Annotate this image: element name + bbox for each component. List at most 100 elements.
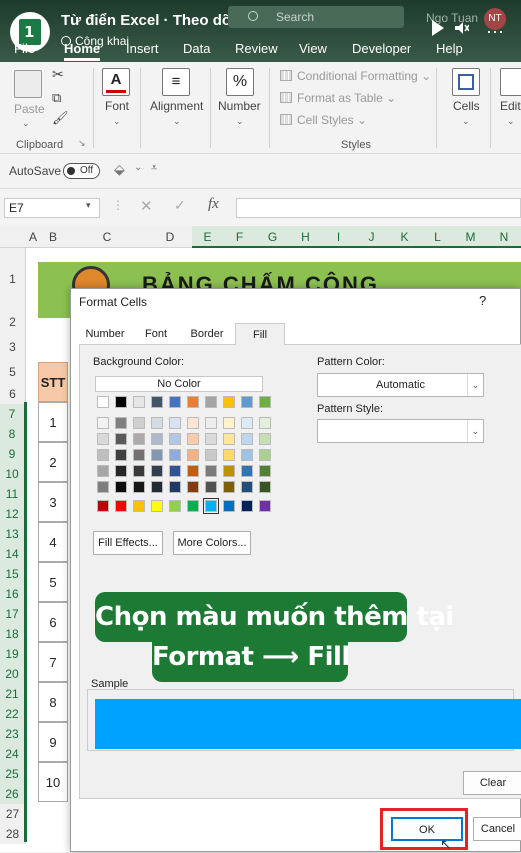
chevron-down-icon[interactable]: ⌄ <box>173 116 181 127</box>
column-header[interactable]: G <box>256 226 289 248</box>
color-swatch[interactable] <box>169 465 181 477</box>
color-swatch[interactable] <box>205 433 217 445</box>
column-header[interactable]: H <box>289 226 322 248</box>
column-header[interactable]: M <box>454 226 487 248</box>
cut-icon[interactable]: ✂ <box>52 66 64 83</box>
table-cell[interactable]: 9 <box>38 722 68 762</box>
color-swatch[interactable] <box>97 433 109 445</box>
row-header[interactable]: 2 <box>0 310 26 334</box>
color-swatch[interactable] <box>115 465 127 477</box>
format-as-table-button[interactable]: Format as Table ⌄ <box>280 91 396 105</box>
color-swatch[interactable] <box>187 465 199 477</box>
color-swatch[interactable] <box>205 417 217 429</box>
color-swatch[interactable] <box>97 396 109 408</box>
color-swatch[interactable] <box>259 481 271 493</box>
format-painter-icon[interactable]: 🖌 <box>52 110 69 126</box>
color-swatch[interactable] <box>241 449 253 461</box>
insert-function-button[interactable]: fx <box>208 196 219 213</box>
chevron-down-icon[interactable]: ▾ <box>86 200 91 211</box>
color-swatch[interactable] <box>97 500 109 512</box>
cells-button[interactable]: Cells <box>453 99 480 113</box>
alignment-icon[interactable]: ≡ <box>162 68 190 96</box>
play-icon[interactable] <box>432 20 444 36</box>
color-swatch[interactable] <box>115 500 127 512</box>
color-swatch[interactable] <box>169 396 181 408</box>
color-swatch[interactable] <box>97 449 109 461</box>
stt-header[interactable]: STT <box>38 362 68 402</box>
fill-color-icon[interactable]: ⬙ <box>114 161 125 178</box>
color-swatch[interactable] <box>241 465 253 477</box>
tab-file[interactable]: File <box>14 41 35 56</box>
row-header[interactable]: 18 <box>0 624 26 644</box>
row-header[interactable]: 27 <box>0 804 26 824</box>
color-swatch[interactable] <box>259 500 271 512</box>
row-header[interactable]: 17 <box>0 604 26 624</box>
row-header[interactable]: 9 <box>0 444 26 464</box>
column-header[interactable]: C <box>66 226 148 248</box>
color-swatch[interactable] <box>169 433 181 445</box>
column-header[interactable]: E <box>192 226 223 248</box>
row-header[interactable]: 3 <box>0 334 26 360</box>
column-header[interactable]: B <box>40 226 66 248</box>
row-header[interactable]: 19 <box>0 644 26 664</box>
color-swatch[interactable] <box>223 449 235 461</box>
chevron-down-icon[interactable]: ⌄ <box>134 162 142 173</box>
tab-font[interactable]: Font <box>133 323 179 345</box>
color-swatch[interactable] <box>223 433 235 445</box>
help-button[interactable]: ? <box>479 293 486 308</box>
table-cell[interactable]: 10 <box>38 762 68 802</box>
color-swatch[interactable] <box>223 396 235 408</box>
color-swatch[interactable] <box>241 417 253 429</box>
customize-toolbar-icon[interactable]: ⩡ <box>151 162 157 175</box>
color-swatch[interactable] <box>241 433 253 445</box>
color-swatch[interactable] <box>97 417 109 429</box>
row-header[interactable]: 7 <box>0 404 26 424</box>
color-swatch[interactable] <box>115 433 127 445</box>
search-input[interactable]: Search <box>228 6 404 28</box>
color-swatch[interactable] <box>133 449 145 461</box>
table-cell[interactable]: 8 <box>38 682 68 722</box>
tab-view[interactable]: View <box>299 41 327 56</box>
color-swatch[interactable] <box>187 396 199 408</box>
table-cell[interactable]: 1 <box>38 402 68 442</box>
color-swatch[interactable] <box>133 396 145 408</box>
row-header[interactable]: 20 <box>0 664 26 684</box>
column-header[interactable]: F <box>223 226 256 248</box>
pattern-color-select[interactable]: Automatic ⌄ <box>317 373 484 397</box>
color-swatch[interactable] <box>151 433 163 445</box>
fill-effects-button[interactable]: Fill Effects... <box>93 531 163 555</box>
color-swatch[interactable] <box>151 500 163 512</box>
volume-icon[interactable] <box>455 22 469 34</box>
row-header[interactable]: 15 <box>0 564 26 584</box>
color-swatch[interactable] <box>151 417 163 429</box>
tab-developer[interactable]: Developer <box>352 41 411 56</box>
color-swatch[interactable] <box>187 449 199 461</box>
row-header[interactable]: 24 <box>0 744 26 764</box>
row-header[interactable]: 12 <box>0 504 26 524</box>
row-header[interactable]: 28 <box>0 824 26 844</box>
table-cell[interactable]: 7 <box>38 642 68 682</box>
color-swatch[interactable] <box>205 481 217 493</box>
color-swatch[interactable] <box>187 481 199 493</box>
column-header[interactable]: D <box>148 226 192 248</box>
paste-icon[interactable] <box>14 70 42 98</box>
row-header[interactable]: 13 <box>0 524 26 544</box>
tab-number[interactable]: Number <box>79 323 131 345</box>
color-swatch[interactable] <box>223 481 235 493</box>
color-swatch[interactable] <box>203 498 219 514</box>
row-header[interactable]: 16 <box>0 584 26 604</box>
table-cell[interactable]: 6 <box>38 602 68 642</box>
font-button[interactable]: Font <box>105 99 129 113</box>
chevron-down-icon[interactable]: ⌄ <box>462 116 470 127</box>
chevron-down-icon[interactable]: ⌄ <box>113 116 121 127</box>
column-header[interactable]: L <box>421 226 454 248</box>
cell-styles-button[interactable]: Cell Styles ⌄ <box>280 113 367 127</box>
color-swatch[interactable] <box>259 449 271 461</box>
table-cell[interactable]: 3 <box>38 482 68 522</box>
color-swatch[interactable] <box>133 433 145 445</box>
color-swatch[interactable] <box>187 433 199 445</box>
color-swatch[interactable] <box>241 396 253 408</box>
tab-border[interactable]: Border <box>181 323 233 345</box>
tab-home[interactable]: Home <box>64 41 100 56</box>
row-header[interactable]: 8 <box>0 424 26 444</box>
